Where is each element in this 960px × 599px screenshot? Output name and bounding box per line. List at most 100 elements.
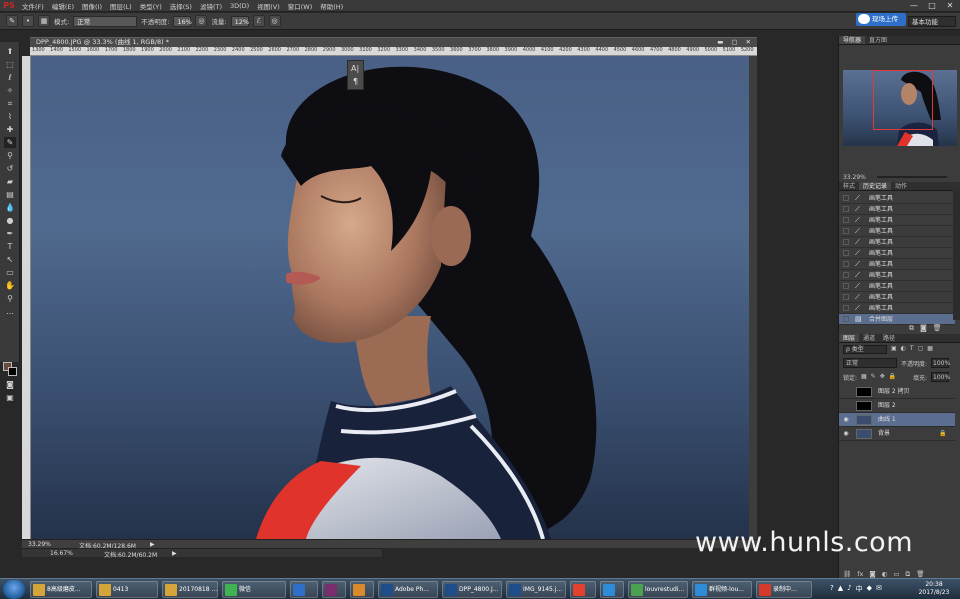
background-color-swatch[interactable] (8, 367, 17, 376)
clock[interactable]: 20:38 2017/8/23 (911, 581, 957, 597)
tab-actions[interactable]: 动作 (891, 182, 911, 190)
volume-tray-icon[interactable]: ♪ (847, 584, 851, 594)
trash-icon[interactable]: 🗑 (933, 324, 942, 333)
taskbar-item[interactable]: 群视频-lou... (692, 581, 752, 598)
history-item[interactable]: ⟋ 画笔工具 (839, 204, 955, 215)
menu-select[interactable]: 选择(S) (166, 1, 196, 11)
menu-type[interactable]: 类型(Y) (136, 1, 166, 11)
network-tray-icon[interactable]: ▲ (838, 584, 843, 594)
lock-image-icon[interactable]: ✎ (871, 373, 876, 380)
pressure-opacity-icon[interactable]: ◎ (195, 15, 208, 27)
flow-input[interactable]: 12% (230, 15, 249, 27)
paragraph-panel-icon[interactable]: ¶ (353, 77, 358, 86)
menu-help[interactable]: 帮助(H) (316, 1, 347, 11)
dodge-tool-icon[interactable]: ● (4, 215, 16, 226)
security-tray-icon[interactable]: ◆ (867, 584, 872, 594)
taskbar-item[interactable]: 20170818 ... (162, 581, 218, 598)
second-status-arrow-icon[interactable]: ▶ (172, 550, 177, 557)
menu-file[interactable]: 文件(F) (18, 1, 48, 11)
history-item[interactable]: ⟋ 画笔工具 (839, 270, 955, 281)
clone-stamp-tool-icon[interactable]: ⚲ (4, 150, 16, 161)
crop-tool-icon[interactable]: ⌗ (4, 98, 16, 109)
quick-select-tool-icon[interactable]: ✧ (4, 85, 16, 96)
second-status-zoom[interactable]: 16.67% (50, 550, 73, 557)
layer-opacity-input[interactable]: 100% (931, 358, 950, 368)
eye-icon[interactable]: ◉ (842, 430, 850, 438)
tab-channels[interactable]: 通道 (859, 334, 879, 342)
taskbar-item[interactable] (570, 581, 596, 598)
cloud-upload-button[interactable]: 现场上传 (856, 13, 906, 26)
lasso-tool-icon[interactable]: ℓ (4, 72, 16, 83)
close-button[interactable]: ✕ (944, 1, 956, 11)
tab-styles[interactable]: 样式 (839, 182, 859, 190)
path-select-tool-icon[interactable]: ↖ (4, 254, 16, 265)
eraser-tool-icon[interactable]: ▰ (4, 176, 16, 187)
navigator-zoom-value[interactable]: 33.29% (843, 174, 866, 181)
new-document-from-state-icon[interactable]: ⧉ (909, 324, 914, 333)
lock-all-icon[interactable]: 🔒 (889, 373, 896, 380)
tab-navigator[interactable]: 导航器 (839, 36, 866, 44)
pressure-size-icon[interactable]: ◎ (268, 15, 281, 27)
brush-size-picker[interactable]: • (22, 15, 34, 27)
input-method-tray-icon[interactable]: 中 (856, 584, 863, 594)
blend-mode-select[interactable]: 正常 (843, 358, 897, 368)
taskbar-item[interactable] (350, 581, 374, 598)
help-tray-icon[interactable]: ? (830, 584, 834, 594)
layer-row-selected[interactable]: ◉ 曲线 1 (839, 413, 955, 427)
blur-tool-icon[interactable]: 💧 (4, 202, 16, 213)
type-filter-icon[interactable]: T (910, 345, 914, 352)
character-panel-icon[interactable]: A| (351, 64, 359, 73)
mode-select[interactable]: 正常 (73, 15, 138, 27)
status-menu-arrow-icon[interactable]: ▶ (150, 541, 155, 548)
workspace-select[interactable]: 基本功能 (908, 16, 956, 27)
history-item[interactable]: ⟋ 画笔工具 (839, 248, 955, 259)
history-item[interactable]: ⟋ 画笔工具 (839, 226, 955, 237)
menu-layer[interactable]: 图层(L) (106, 1, 136, 11)
menu-view[interactable]: 视图(V) (253, 1, 284, 11)
airbrush-icon[interactable]: ℰ (252, 15, 265, 27)
doc-minimize-button[interactable]: ▬ (717, 38, 723, 47)
hand-tool-icon[interactable]: ✋ (4, 280, 16, 291)
history-item[interactable]: ⟋ 画笔工具 (839, 281, 955, 292)
history-item[interactable]: ⟋ 画笔工具 (839, 303, 955, 314)
history-item[interactable]: ⟋ 画笔工具 (839, 193, 955, 204)
document-tab[interactable]: DPP_4800.JPG @ 33.3% (曲线 1, RGB/8) * ▬ ▢… (30, 37, 757, 47)
lock-position-icon[interactable]: ✥ (880, 373, 885, 380)
adjustment-filter-icon[interactable]: ◐ (901, 345, 906, 352)
navigator-zoom-slider[interactable] (877, 176, 947, 178)
history-item[interactable]: ⟋ 画笔工具 (839, 237, 955, 248)
move-tool-icon[interactable]: ⬆ (4, 46, 16, 57)
opacity-input[interactable]: 16% (173, 15, 192, 27)
taskbar-item[interactable]: IMG_9145.j... (506, 581, 566, 598)
zoom-tool-icon[interactable]: ⚲ (4, 293, 16, 304)
fill-input[interactable]: 100% (931, 372, 950, 382)
visibility-toggle[interactable] (842, 388, 850, 396)
layer-row[interactable]: ◉ 背景 🔒 (839, 427, 955, 441)
tab-histogram[interactable]: 直方图 (865, 36, 891, 44)
taskbar-item[interactable]: 0413 (96, 581, 158, 598)
navigator-thumbnail[interactable] (843, 70, 957, 146)
notification-tray-icon[interactable]: ✉ (876, 584, 882, 594)
visibility-toggle[interactable] (842, 402, 850, 410)
layer-filter-select[interactable]: ρ 类型 (843, 345, 887, 354)
canvas-vertical-scrollbar[interactable] (749, 56, 757, 539)
history-item[interactable]: ⟋ 画笔工具 (839, 215, 955, 226)
brush-tool-preset-icon[interactable]: ✎ (6, 15, 18, 27)
taskbar-item[interactable]: DPP_4800.J... (442, 581, 502, 598)
snapshot-icon[interactable]: ◙ (920, 324, 927, 333)
eye-icon[interactable]: ◉ (842, 416, 850, 424)
lock-transparent-icon[interactable]: ▦ (861, 373, 867, 380)
shape-filter-icon[interactable]: ▢ (918, 345, 924, 352)
menu-window[interactable]: 窗口(W) (284, 1, 317, 11)
navigator-view-box[interactable] (873, 70, 933, 130)
pen-tool-icon[interactable]: ✒ (4, 228, 16, 239)
type-tool-icon[interactable]: T (4, 241, 16, 252)
more-tools-icon[interactable]: … (4, 306, 16, 317)
taskbar-item[interactable]: 微信 (222, 581, 286, 598)
taskbar-item[interactable]: 录制中... (756, 581, 812, 598)
tab-paths[interactable]: 路径 (879, 334, 899, 342)
healing-brush-tool-icon[interactable]: ✚ (4, 124, 16, 135)
doc-maximize-button[interactable]: ▢ (731, 38, 737, 47)
tab-history[interactable]: 历史记录 (859, 182, 892, 190)
menu-image[interactable]: 图像(I) (78, 1, 106, 11)
